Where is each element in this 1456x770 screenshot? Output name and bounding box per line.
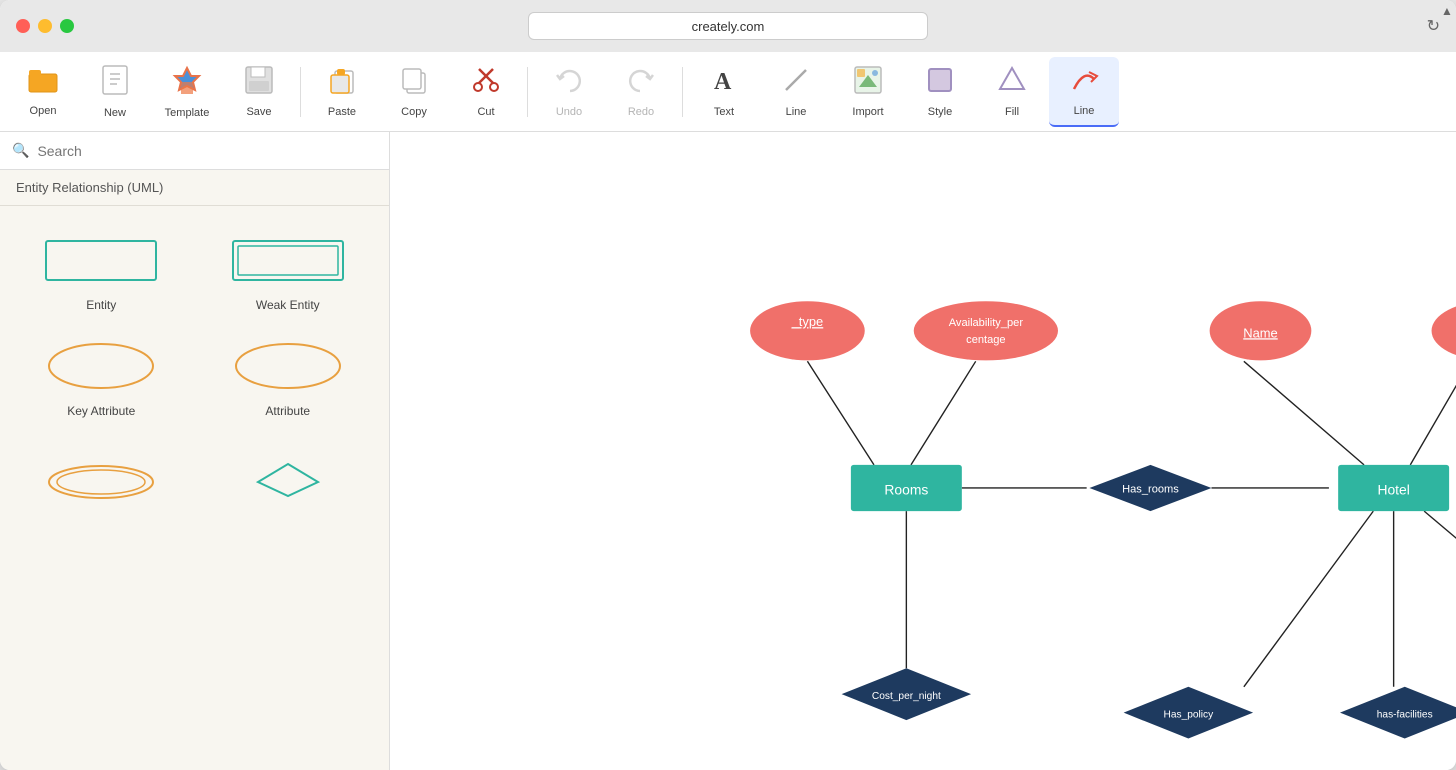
line-active-label: Line <box>1074 105 1095 117</box>
key-attribute-shape-item[interactable]: Key Attribute <box>16 328 187 426</box>
save-label: Save <box>246 106 271 118</box>
extra-shape-canvas-2 <box>223 450 353 510</box>
toolbar: Open New Template Save <box>0 52 1456 132</box>
paste-icon <box>327 65 357 102</box>
attribute-shape-canvas <box>223 336 353 396</box>
svg-text:Has_policy: Has_policy <box>1164 709 1215 720</box>
extra-shape-canvas-1 <box>36 450 166 510</box>
svg-text:centage: centage <box>966 334 1005 346</box>
style-button[interactable]: Style <box>905 57 975 127</box>
svg-text:Cost_per_night: Cost_per_night <box>872 691 941 702</box>
undo-label: Undo <box>556 106 582 118</box>
cut-label: Cut <box>477 106 494 118</box>
line-active-icon <box>1069 64 1099 101</box>
line-icon <box>781 65 811 102</box>
copy-button[interactable]: Copy <box>379 57 449 127</box>
text-label: Text <box>714 106 734 118</box>
url-text: creately.com <box>692 19 765 34</box>
svg-text:A: A <box>714 69 732 95</box>
separator-1 <box>300 67 301 117</box>
search-input[interactable] <box>37 143 377 159</box>
attribute-shape-label: Attribute <box>265 404 310 418</box>
line-label: Line <box>786 106 807 118</box>
open-button[interactable]: Open <box>8 57 78 127</box>
key-attribute-shape-canvas <box>36 336 166 396</box>
shape-grid-2 <box>16 442 373 518</box>
sidebar: 🔍 Entity Relationship (UML) Entity <box>0 132 390 770</box>
attribute-shape-item[interactable]: Attribute <box>203 328 374 426</box>
shape-grid: Entity Weak Entity <box>16 222 373 426</box>
entity-shape-label: Entity <box>86 298 116 312</box>
sidebar-category-title: Entity Relationship (UML) <box>0 170 389 206</box>
copy-label: Copy <box>401 106 427 118</box>
svg-text:Has_rooms: Has_rooms <box>1122 484 1179 496</box>
weak-entity-shape-canvas <box>223 230 353 290</box>
weak-entity-shape-item[interactable]: Weak Entity <box>203 222 374 320</box>
cut-icon <box>471 65 501 102</box>
maximize-button[interactable] <box>60 19 74 33</box>
template-label: Template <box>165 107 210 119</box>
new-label: New <box>104 107 126 119</box>
sidebar-shapes: Entity Weak Entity <box>0 206 389 770</box>
line-button[interactable]: Line <box>761 57 831 127</box>
svg-text:Name: Name <box>1243 325 1278 340</box>
copy-icon <box>399 65 429 102</box>
text-button[interactable]: A Text <box>689 57 759 127</box>
save-button[interactable]: Save <box>224 57 294 127</box>
line-active-button[interactable]: Line <box>1049 57 1119 127</box>
save-icon <box>244 65 274 102</box>
main-content: 🔍 Entity Relationship (UML) Entity <box>0 132 1456 770</box>
er-diagram-svg: _type Availability_per centage Name Rati… <box>390 132 1456 770</box>
import-icon <box>853 65 883 102</box>
svg-text:Rooms: Rooms <box>884 481 928 497</box>
style-icon <box>925 65 955 102</box>
new-button[interactable]: New <box>80 57 150 127</box>
redo-label: Redo <box>628 106 654 118</box>
app-window: creately.com ↻ Open New <box>0 0 1456 770</box>
separator-2 <box>527 67 528 117</box>
entity-shape-item[interactable]: Entity <box>16 222 187 320</box>
weak-entity-shape-label: Weak Entity <box>256 298 320 312</box>
titlebar: creately.com ↻ <box>0 0 1456 52</box>
url-bar[interactable]: creately.com <box>528 12 928 40</box>
separator-3 <box>682 67 683 117</box>
search-icon: 🔍 <box>12 142 29 159</box>
extra-shape-item-2[interactable] <box>203 442 374 518</box>
entity-shape-canvas <box>36 230 166 290</box>
svg-text:Availability_per: Availability_per <box>949 317 1024 329</box>
fill-label: Fill <box>1005 106 1019 118</box>
new-icon <box>101 64 129 103</box>
redo-button[interactable]: Redo <box>606 57 676 127</box>
redo-icon <box>626 65 656 102</box>
import-label: Import <box>852 106 883 118</box>
traffic-lights <box>16 19 74 33</box>
cut-button[interactable]: Cut <box>451 57 521 127</box>
template-button[interactable]: Template <box>152 57 222 127</box>
open-label: Open <box>30 105 57 117</box>
paste-button[interactable]: Paste <box>307 57 377 127</box>
svg-text:Hotel: Hotel <box>1377 481 1409 497</box>
search-bar: 🔍 <box>0 132 389 170</box>
extra-shape-item-1[interactable] <box>16 442 187 518</box>
diagram-canvas[interactable]: _type Availability_per centage Name Rati… <box>390 132 1456 770</box>
paste-label: Paste <box>328 106 356 118</box>
svg-text:_type: _type <box>791 314 824 329</box>
import-button[interactable]: Import <box>833 57 903 127</box>
style-label: Style <box>928 106 952 118</box>
template-icon <box>171 64 203 103</box>
undo-icon <box>554 65 584 102</box>
close-button[interactable] <box>16 19 30 33</box>
undo-button[interactable]: Undo <box>534 57 604 127</box>
open-icon <box>27 66 59 101</box>
minimize-button[interactable] <box>38 19 52 33</box>
key-attribute-shape-label: Key Attribute <box>67 404 135 418</box>
text-icon: A <box>709 65 739 102</box>
svg-text:has-facilities: has-facilities <box>1377 709 1433 720</box>
fill-button[interactable]: Fill <box>977 57 1047 127</box>
fill-icon <box>997 65 1027 102</box>
